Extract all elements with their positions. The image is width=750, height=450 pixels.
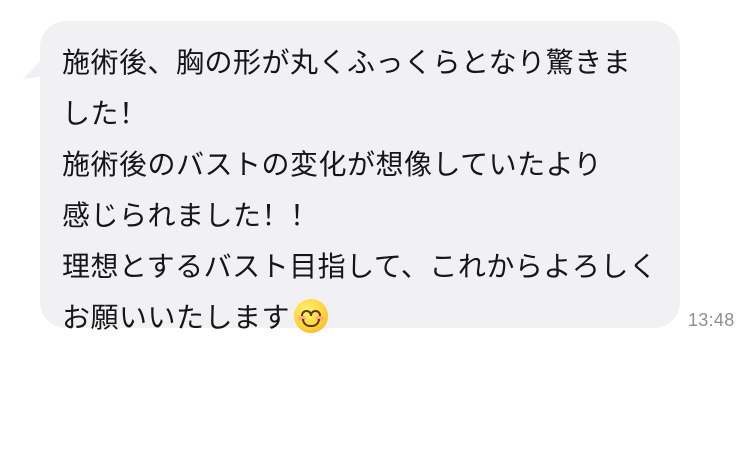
message-line-text: お願いいたします: [62, 301, 291, 334]
message-line: した！: [62, 97, 148, 130]
smiling-face-icon: [294, 299, 329, 333]
message-bubble[interactable]: 施術後、胸の形が丸くふっくらとなり驚きま した！ 施術後のバストの変化が想像して…: [40, 21, 680, 334]
message-line: 施術後、胸の形が丸くふっくらとなり驚きま: [62, 46, 632, 79]
message-line: 感じられました！！: [62, 199, 319, 232]
message-timestamp: 13:48: [688, 310, 735, 330]
message-line: 施術後のバストの変化が想像していたより: [62, 148, 603, 181]
message-line-last: お願いいたします: [62, 292, 660, 343]
chat-area: 施術後、胸の形が丸くふっくらとなり驚きま した！ 施術後のバストの変化が想像して…: [0, 0, 750, 450]
message-line: 理想とするバスト目指して、これからよろしく: [62, 250, 658, 283]
